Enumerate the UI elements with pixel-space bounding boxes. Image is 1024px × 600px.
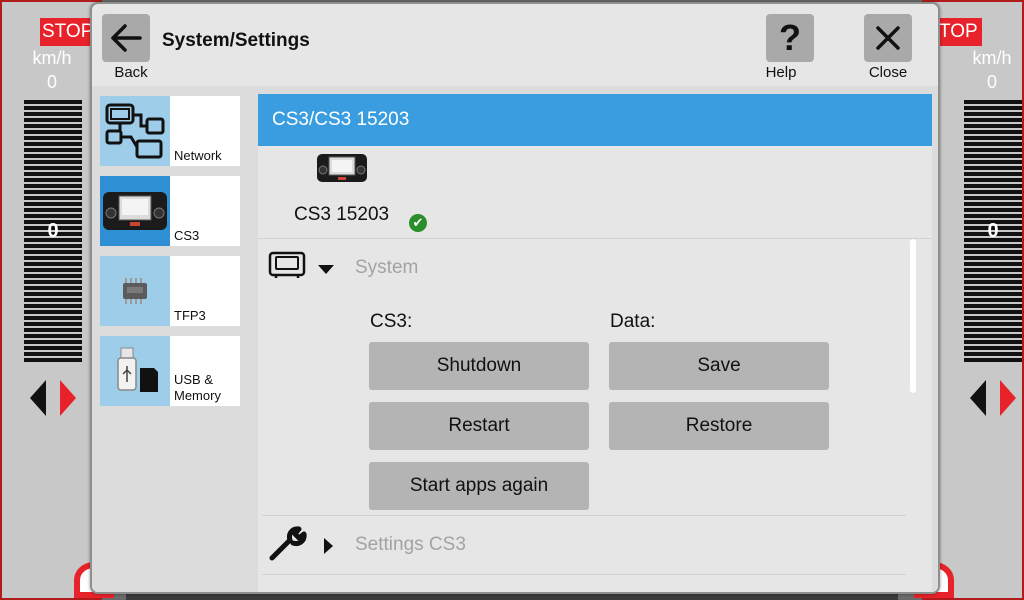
nav-label: CS3 <box>174 228 200 243</box>
cs3-device-icon <box>103 192 167 230</box>
gauge-value-left: 0 <box>47 220 59 242</box>
nav-item-cs3[interactable]: CS3 <box>100 176 240 246</box>
nav-label: TFP3 <box>174 308 206 323</box>
device-summary: CS3 15203 ✔ <box>258 146 932 239</box>
question-mark-icon: ? <box>779 17 801 58</box>
save-button[interactable]: Save <box>609 342 829 390</box>
divider <box>262 574 906 575</box>
monitor-icon <box>268 251 306 278</box>
panel-title: CS3/CS3 15203 <box>258 94 932 146</box>
section-title-system: System <box>355 257 419 278</box>
close-button[interactable] <box>864 14 912 62</box>
data-group-label: Data: <box>610 311 656 332</box>
cs3-device-icon <box>317 154 367 182</box>
nav-item-usb-memory[interactable]: USB & Memory <box>100 336 240 406</box>
close-label: Close <box>868 64 908 81</box>
arrow-left-icon <box>111 24 142 52</box>
section-settings-cs3[interactable]: Settings CS3 <box>258 516 932 574</box>
speed-value-left: 0 <box>46 72 57 92</box>
page-title: System/Settings <box>162 30 310 51</box>
direction-right-icon[interactable] <box>1000 380 1016 416</box>
device-panel: CS3/CS3 15203 CS3 15203 ✔ System CS3: Da… <box>258 94 932 592</box>
nav-item-network[interactable]: Network <box>100 96 240 166</box>
help-button[interactable]: ? <box>766 14 814 62</box>
bottom-strip <box>126 594 898 600</box>
left-throttle-panel: STOP km/h 0 0 <box>0 0 114 600</box>
gauge-value-right: 0 <box>987 220 999 242</box>
system-actions: CS3: Data: Shutdown Save Restart Restore… <box>258 297 932 515</box>
chevron-right-icon <box>324 538 333 554</box>
dialog-body: Network CS3 TFP3 USB & Memory CS3/CS3 15… <box>92 86 938 592</box>
start-apps-again-button[interactable]: Start apps again <box>369 462 589 510</box>
shutdown-button[interactable]: Shutdown <box>369 342 589 390</box>
chevron-down-icon <box>318 265 334 274</box>
usb-memory-icon <box>117 347 158 392</box>
cs3-group-label: CS3: <box>370 311 413 332</box>
network-icon <box>105 103 165 159</box>
system-settings-dialog: Back System/Settings ? Help Close Networ… <box>90 2 940 594</box>
section-title-settings-cs3: Settings CS3 <box>355 534 466 555</box>
settings-nav: Network CS3 TFP3 USB & Memory <box>100 96 240 416</box>
wrench-icon <box>269 526 307 561</box>
nav-item-tfp3[interactable]: TFP3 <box>100 256 240 326</box>
nav-label: USB & Memory <box>174 372 221 403</box>
restore-button[interactable]: Restore <box>609 402 829 450</box>
scrollbar[interactable] <box>910 239 916 393</box>
direction-left-icon[interactable] <box>970 380 986 416</box>
direction-left-icon[interactable] <box>30 380 46 416</box>
nav-label: Network <box>174 148 222 163</box>
speed-unit-left: km/h <box>32 48 72 68</box>
speed-unit-right: km/h <box>972 48 1012 68</box>
direction-right-icon[interactable] <box>60 380 76 416</box>
device-name: CS3 15203 <box>294 204 390 225</box>
back-label: Back <box>114 64 148 81</box>
section-system[interactable]: System <box>258 239 932 297</box>
help-label: Help <box>765 64 797 81</box>
close-icon <box>876 26 900 50</box>
restart-button[interactable]: Restart <box>369 402 589 450</box>
tfp3-chip-icon <box>123 278 147 304</box>
speed-value-right: 0 <box>986 72 997 92</box>
back-button[interactable] <box>102 14 150 62</box>
dialog-header: Back System/Settings ? Help Close <box>92 4 938 86</box>
check-icon: ✔ <box>409 214 427 232</box>
